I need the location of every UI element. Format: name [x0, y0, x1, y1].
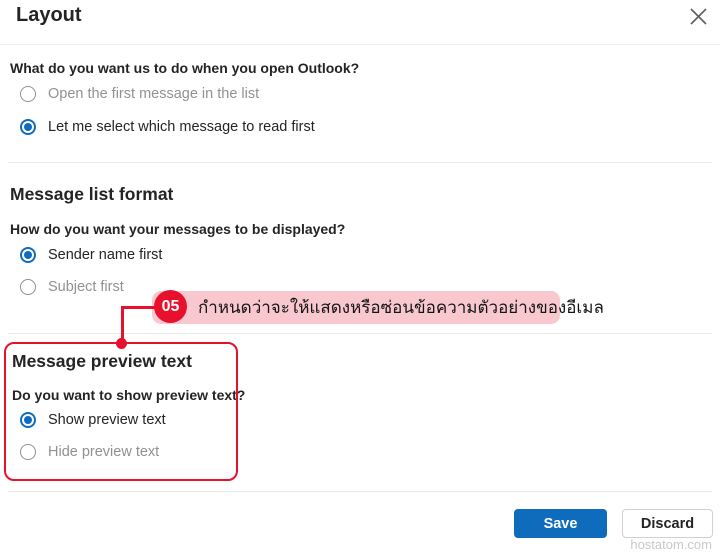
annotation-step-badge: 05 [154, 290, 187, 323]
close-button[interactable] [684, 4, 712, 32]
page-title: Layout [16, 4, 82, 26]
radio-icon[interactable] [20, 247, 36, 263]
annotation-bubble: กำหนดว่าจะให้แสดงหรือซ่อนข้อความตัวอย่าง… [152, 291, 604, 324]
radio-icon[interactable] [20, 119, 36, 135]
annotation-connector-horizontal [122, 306, 156, 309]
divider [8, 162, 712, 163]
message-list-format-question: How do you want your messages to be disp… [10, 221, 346, 237]
radio-icon[interactable] [20, 279, 36, 295]
radio-icon[interactable] [20, 86, 36, 102]
annotation-highlight-box [4, 342, 238, 481]
annotation-text: กำหนดว่าจะให้แสดงหรือซ่อนข้อความตัวอย่าง… [198, 298, 604, 317]
radio-sender-name-first[interactable]: Sender name first [20, 247, 162, 263]
annotation-connector-dot [116, 338, 127, 349]
radio-let-me-select[interactable]: Let me select which message to read firs… [20, 119, 315, 135]
watermark: hostatom.com [630, 537, 712, 552]
discard-button[interactable]: Discard [622, 509, 713, 538]
message-list-format-heading: Message list format [10, 184, 174, 204]
radio-label: Sender name first [48, 247, 163, 263]
radio-label: Open the first message in the list [48, 86, 260, 102]
divider [8, 491, 712, 492]
close-icon [689, 7, 708, 29]
radio-label: Subject first [48, 279, 124, 295]
radio-subject-first[interactable]: Subject first [20, 279, 124, 295]
save-button[interactable]: Save [514, 509, 607, 538]
divider [0, 44, 720, 45]
divider [8, 333, 712, 334]
open-outlook-question: What do you want us to do when you open … [10, 60, 360, 76]
radio-open-first-message[interactable]: Open the first message in the list [20, 86, 259, 102]
layout-settings-dialog: { "dialog": { "title": "Layout" }, "sect… [0, 0, 720, 553]
radio-label: Let me select which message to read firs… [48, 119, 315, 135]
